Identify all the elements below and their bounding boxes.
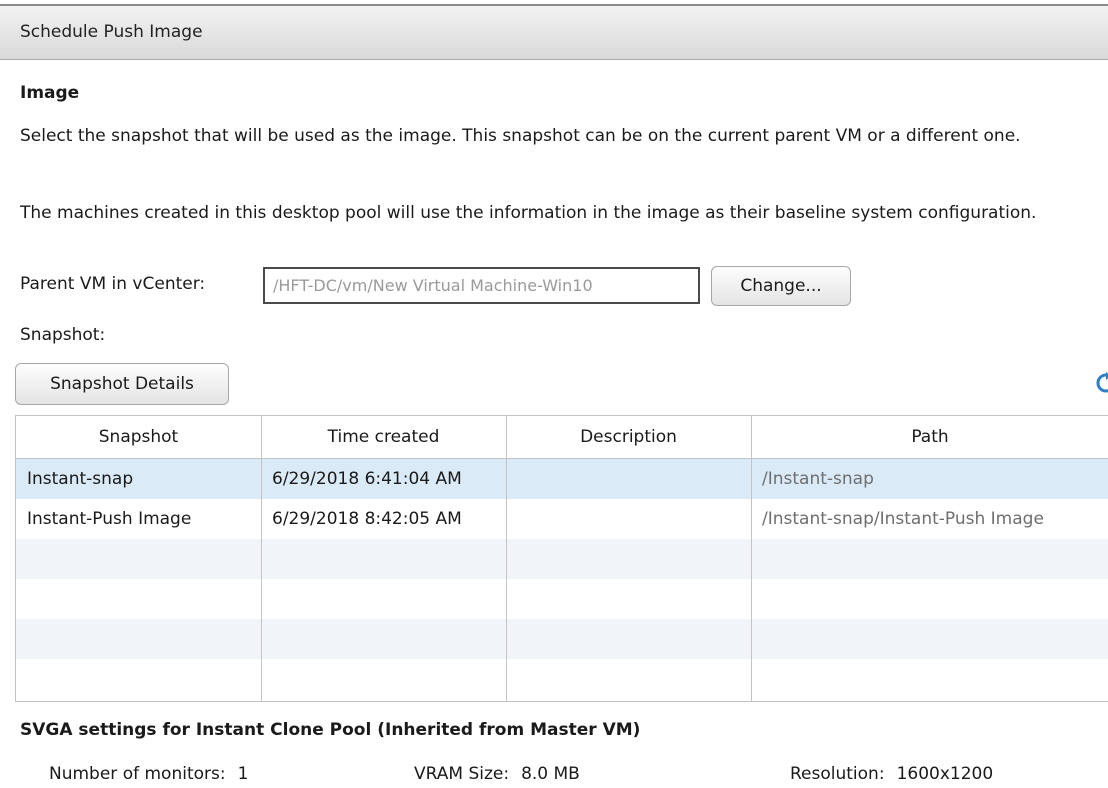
empty-row: [16, 539, 1108, 579]
vram-value: 8.0 MB: [521, 764, 580, 784]
resolution-label: Resolution:: [790, 764, 885, 784]
column-divider: [506, 416, 507, 701]
table-row[interactable]: Instant-snap 6/29/2018 6:41:04 AM /Insta…: [16, 459, 1108, 499]
refresh-icon[interactable]: [1094, 372, 1108, 394]
dialog-titlebar: Schedule Push Image: [0, 4, 1108, 60]
parent-vm-field[interactable]: [263, 267, 700, 304]
column-header-snapshot[interactable]: Snapshot: [16, 416, 261, 459]
empty-row: [16, 579, 1108, 619]
time-created-cell: 6/29/2018 8:42:05 AM: [272, 509, 462, 529]
path-cell: /Instant-snap/Instant-Push Image: [762, 509, 1044, 529]
snapshot-label: Snapshot:: [20, 325, 106, 345]
table-header: Snapshot Time created Description Path: [16, 416, 1108, 459]
change-button[interactable]: Change...: [711, 266, 851, 306]
parent-vm-label: Parent VM in vCenter:: [20, 274, 206, 294]
image-section-heading: Image: [20, 83, 80, 103]
vram-setting: VRAM Size: 8.0 MB: [414, 764, 580, 784]
column-header-time-created[interactable]: Time created: [261, 416, 506, 459]
path-cell: /Instant-snap: [762, 469, 874, 489]
svga-settings-heading: SVGA settings for Instant Clone Pool (In…: [20, 720, 641, 740]
column-divider: [261, 416, 262, 701]
snapshot-details-button[interactable]: Snapshot Details: [15, 363, 229, 405]
resolution-setting: Resolution: 1600x1200: [790, 764, 993, 784]
monitors-setting: Number of monitors: 1: [49, 764, 248, 784]
description-cell: [506, 499, 751, 539]
time-created-cell: 6/29/2018 6:41:04 AM: [272, 469, 462, 489]
schedule-push-image-dialog: Schedule Push Image Image Select the sna…: [0, 0, 1108, 788]
snapshot-table: Snapshot Time created Description Path I…: [15, 415, 1108, 702]
baseline-description: The machines created in this desktop poo…: [20, 203, 1037, 223]
empty-row: [16, 619, 1108, 659]
resolution-value: 1600x1200: [896, 764, 994, 784]
column-header-description[interactable]: Description: [506, 416, 751, 459]
snapshot-name-cell: Instant-snap: [27, 469, 134, 489]
empty-row: [16, 659, 1108, 699]
description-cell: [506, 459, 751, 499]
monitors-value: 1: [237, 764, 249, 784]
image-description: Select the snapshot that will be used as…: [20, 126, 1021, 146]
column-header-path[interactable]: Path: [751, 416, 1108, 459]
snapshot-name-cell: Instant-Push Image: [27, 509, 192, 529]
table-row[interactable]: Instant-Push Image 6/29/2018 8:42:05 AM …: [16, 499, 1108, 539]
dialog-title: Schedule Push Image: [20, 22, 203, 42]
monitors-label: Number of monitors:: [49, 764, 226, 784]
vram-label: VRAM Size:: [414, 764, 510, 784]
column-divider: [751, 416, 752, 701]
